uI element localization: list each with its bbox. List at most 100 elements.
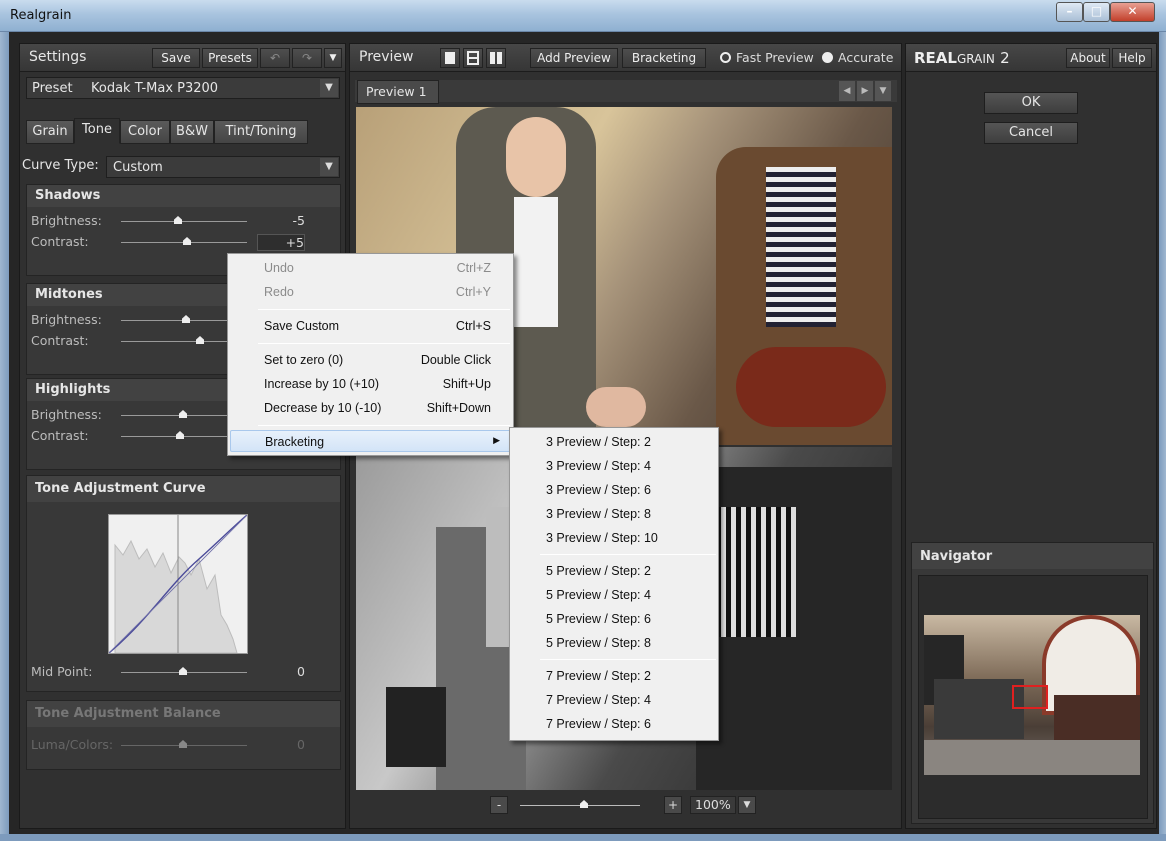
zoom-out-button[interactable]: - (490, 796, 508, 814)
context-menu: Undo Ctrl+Z Redo Ctrl+Y Save Custom Ctrl… (227, 253, 514, 456)
settings-title: Settings (29, 49, 87, 65)
midpoint-value[interactable]: 0 (257, 664, 305, 679)
tab-preview-1[interactable]: Preview 1 (357, 80, 439, 104)
title-bar: Realgrain – □ ✕ (0, 0, 1166, 32)
navigator-viewport-box[interactable] (1012, 685, 1048, 709)
menu-item-increase[interactable]: Increase by 10 (+10) Shift+Up (230, 373, 511, 395)
cancel-button[interactable]: Cancel (984, 122, 1078, 144)
submenu-item[interactable]: 3 Preview / Step: 8 (512, 502, 716, 525)
tab-menu-chevron-icon[interactable]: ▼ (875, 81, 891, 101)
tab-tint-toning[interactable]: Tint/Toning (214, 120, 308, 144)
menu-item-undo[interactable]: Undo Ctrl+Z (230, 257, 511, 279)
submenu-arrow-icon: ▶ (493, 435, 500, 445)
navigator-panel: Navigator (911, 542, 1154, 824)
settings-header: Settings Save Presets ↶ ↷ ▼ (20, 44, 345, 72)
luma-colors-value[interactable]: 0 (257, 737, 305, 752)
menu-item-undo-shortcut: Ctrl+Z (456, 261, 491, 275)
tab-grain[interactable]: Grain (26, 120, 74, 144)
window-title: Realgrain (10, 8, 72, 23)
crowd-left (934, 679, 1024, 739)
submenu-item[interactable]: 3 Preview / Step: 2 (512, 430, 716, 453)
submenu-item[interactable]: 3 Preview / Step: 10 (512, 526, 716, 549)
tab-tone[interactable]: Tone (74, 118, 120, 144)
shadows-contrast-value[interactable]: +5 (257, 234, 305, 251)
maximize-button[interactable]: □ (1083, 2, 1110, 22)
midpoint-slider[interactable] (121, 667, 247, 675)
menu-item-set-to-zero-shortcut: Double Click (420, 353, 491, 367)
tone-curve-title: Tone Adjustment Curve (35, 481, 206, 496)
undo-icon[interactable]: ↶ (260, 48, 290, 68)
presets-button[interactable]: Presets (202, 48, 258, 68)
curve-type-dropdown[interactable]: Custom ▼ (106, 156, 340, 178)
fast-preview-radio[interactable] (720, 52, 731, 63)
menu-item-bracketing[interactable]: Bracketing ▶ (230, 430, 511, 452)
slider-thumb[interactable] (174, 216, 182, 224)
settings-menu-chevron-icon[interactable]: ▼ (324, 48, 342, 68)
shadows-contrast-slider[interactable] (121, 237, 247, 245)
tab-scroll-left-icon[interactable]: ◀ (839, 81, 855, 101)
fast-preview-label[interactable]: Fast Preview (736, 50, 814, 65)
zoom-in-button[interactable]: + (664, 796, 682, 814)
submenu-item[interactable]: 3 Preview / Step: 6 (512, 478, 716, 501)
submenu-item[interactable]: 5 Preview / Step: 4 (512, 583, 716, 606)
slider-thumb[interactable] (179, 667, 187, 675)
tab-bw[interactable]: B&W (170, 120, 214, 144)
submenu-item[interactable]: 7 Preview / Step: 4 (512, 688, 716, 711)
add-preview-button[interactable]: Add Preview (530, 48, 618, 68)
tab-color[interactable]: Color (120, 120, 170, 144)
shadows-contrast-label: Contrast: (31, 234, 89, 249)
split-horizontal-icon[interactable] (463, 48, 483, 68)
person-left-face (506, 117, 566, 197)
shadows-brightness-slider[interactable] (121, 216, 247, 224)
submenu-item[interactable]: 7 Preview / Step: 2 (512, 664, 716, 687)
preset-dropdown[interactable]: Preset Kodak T-Max P3200 ▼ (26, 77, 340, 99)
menu-separator (540, 659, 716, 660)
help-button[interactable]: Help (1112, 48, 1152, 68)
accurate-label[interactable]: Accurate (838, 50, 893, 65)
menu-item-save-custom-shortcut: Ctrl+S (455, 319, 491, 333)
zoom-level[interactable]: 100% (690, 796, 736, 814)
submenu-item[interactable]: 3 Preview / Step: 4 (512, 454, 716, 477)
navigator-thumbnail[interactable] (924, 615, 1140, 775)
luma-colors-row: Luma/Colors: 0 (27, 735, 342, 755)
minimize-button[interactable]: – (1056, 2, 1083, 22)
save-button[interactable]: Save (152, 48, 200, 68)
zoom-slider[interactable] (520, 800, 640, 808)
menu-item-decrease[interactable]: Decrease by 10 (-10) Shift+Down (230, 397, 511, 419)
tone-curve-graph[interactable] (108, 514, 248, 654)
menu-item-save-custom[interactable]: Save Custom Ctrl+S (230, 315, 511, 337)
submenu-item-label: 5 Preview / Step: 8 (546, 636, 651, 650)
midpoint-row: Mid Point: 0 (27, 662, 342, 682)
slider-thumb[interactable] (179, 410, 187, 418)
menu-separator (540, 554, 716, 555)
slider-thumb[interactable] (196, 336, 204, 344)
submenu-item[interactable]: 5 Preview / Step: 8 (512, 631, 716, 654)
slider-thumb[interactable] (182, 315, 190, 323)
about-button[interactable]: About (1066, 48, 1110, 68)
slider-thumb[interactable] (183, 237, 191, 245)
close-button[interactable]: ✕ (1110, 2, 1155, 22)
submenu-item-label: 5 Preview / Step: 2 (546, 564, 651, 578)
slider-thumb[interactable] (580, 800, 588, 808)
shadows-brightness-value[interactable]: -5 (257, 213, 305, 228)
slider-thumb[interactable] (179, 740, 187, 748)
redo-icon[interactable]: ↷ (292, 48, 322, 68)
accurate-radio[interactable] (822, 52, 833, 63)
split-vertical-icon[interactable] (486, 48, 506, 68)
tone-balance-header: Tone Adjustment Balance (27, 701, 340, 727)
submenu-item-label: 3 Preview / Step: 2 (546, 435, 651, 449)
tab-scroll-right-icon[interactable]: ▶ (857, 81, 873, 101)
single-view-icon[interactable] (440, 48, 460, 68)
bracketing-button[interactable]: Bracketing (622, 48, 706, 68)
zoom-chevron-icon[interactable]: ▼ (738, 796, 756, 814)
ok-button[interactable]: OK (984, 92, 1078, 114)
midtones-title: Midtones (35, 287, 103, 302)
submenu-item[interactable]: 7 Preview / Step: 6 (512, 712, 716, 735)
menu-item-set-to-zero[interactable]: Set to zero (0) Double Click (230, 349, 511, 371)
menu-item-redo[interactable]: Redo Ctrl+Y (230, 281, 511, 303)
preset-value: Kodak T-Max P3200 (91, 81, 219, 96)
submenu-item[interactable]: 5 Preview / Step: 2 (512, 559, 716, 582)
submenu-item[interactable]: 5 Preview / Step: 6 (512, 607, 716, 630)
slider-thumb[interactable] (176, 431, 184, 439)
luma-colors-slider[interactable] (121, 740, 247, 748)
